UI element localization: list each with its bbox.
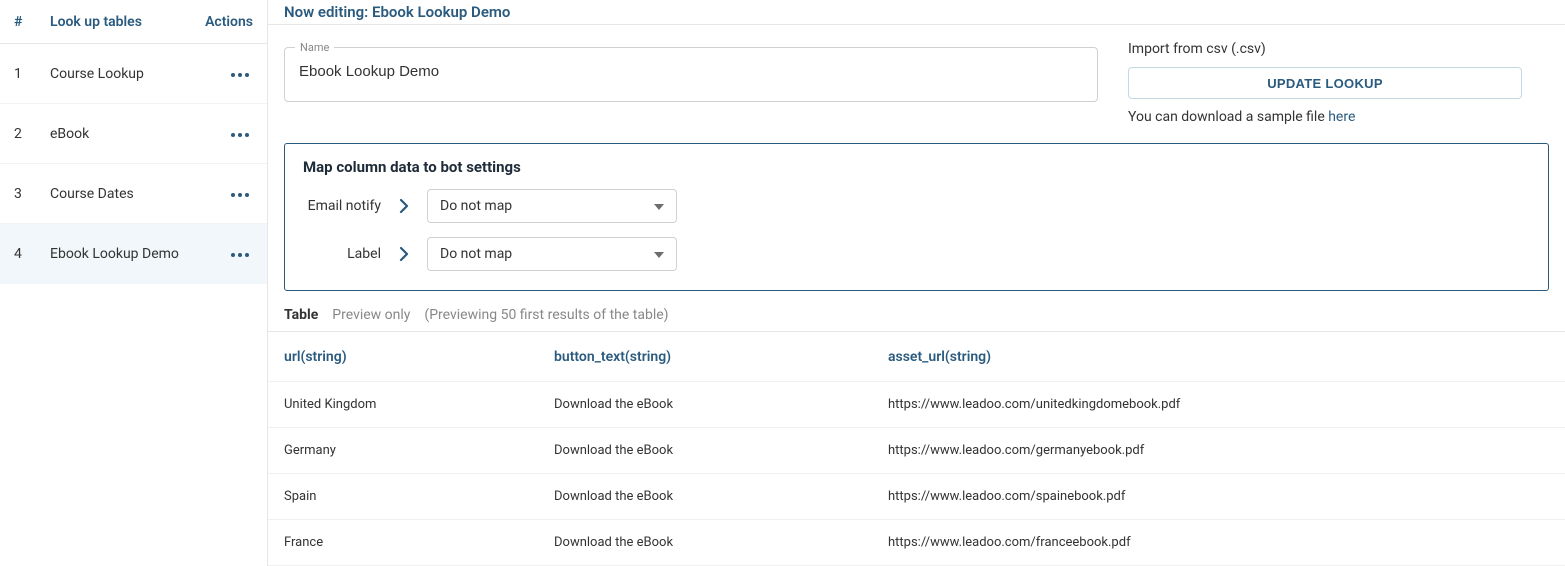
- sidebar-item-label: eBook: [50, 126, 213, 142]
- sidebar-item-course-dates[interactable]: 3 Course Dates: [0, 164, 267, 224]
- cell-url: Spain: [284, 489, 554, 504]
- cell-asset-url: https://www.leadoo.com/unitedkingdomeboo…: [888, 397, 1549, 412]
- map-row-email-notify: Email notify Do not map: [303, 188, 1530, 224]
- table-row: Spain Download the eBook https://www.lea…: [268, 474, 1565, 520]
- more-icon[interactable]: [227, 187, 253, 203]
- editing-name: Ebook Lookup Demo: [372, 3, 510, 21]
- table-row: France Download the eBook https://www.le…: [268, 520, 1565, 566]
- helper-text-prefix: You can download a sample file: [1128, 109, 1328, 125]
- more-icon[interactable]: [227, 247, 253, 263]
- caret-down-icon: [654, 246, 664, 262]
- chevron-right-icon: [389, 199, 419, 213]
- col-header-asset-url[interactable]: asset_url(string): [888, 349, 1549, 365]
- name-input[interactable]: [285, 48, 1097, 94]
- sidebar-item-course-lookup[interactable]: 1 Course Lookup: [0, 44, 267, 104]
- sidebar-item-ebook-lookup-demo[interactable]: 4 Ebook Lookup Demo: [0, 224, 267, 284]
- cell-button-text: Download the eBook: [554, 489, 888, 504]
- preview-hint: (Previewing 50 first results of the tabl…: [424, 307, 668, 323]
- col-header-url[interactable]: url(string): [284, 349, 554, 365]
- preview-label: Preview only: [332, 307, 410, 323]
- data-table: url(string) button_text(string) asset_ur…: [268, 331, 1565, 566]
- import-title: Import from csv (.csv): [1128, 41, 1549, 57]
- chevron-right-icon: [389, 247, 419, 261]
- cell-asset-url: https://www.leadoo.com/germanyebook.pdf: [888, 443, 1549, 458]
- sidebar-item-num: 3: [14, 186, 50, 202]
- map-box-title: Map column data to bot settings: [303, 158, 1530, 176]
- main-panel: Now editing: Ebook Lookup Demo Name Impo…: [268, 0, 1565, 566]
- sidebar-item-num: 1: [14, 66, 50, 82]
- map-label: Label: [303, 246, 381, 262]
- table-label: Table: [284, 307, 318, 323]
- cell-asset-url: https://www.leadoo.com/franceebook.pdf: [888, 535, 1549, 550]
- page-title: Now editing: Ebook Lookup Demo: [268, 0, 1565, 25]
- name-field: Name: [284, 47, 1098, 125]
- cell-asset-url: https://www.leadoo.com/spainebook.pdf: [888, 489, 1549, 504]
- map-label: Email notify: [303, 198, 381, 214]
- table-row: United Kingdom Download the eBook https:…: [268, 382, 1565, 428]
- map-select-email-notify[interactable]: Do not map: [427, 189, 677, 223]
- cell-button-text: Download the eBook: [554, 397, 888, 412]
- sidebar-item-label: Course Lookup: [50, 66, 213, 82]
- caret-down-icon: [654, 198, 664, 214]
- map-select-value: Do not map: [440, 246, 654, 262]
- col-header-button-text[interactable]: button_text(string): [554, 349, 888, 365]
- editing-prefix: Now editing:: [284, 3, 368, 21]
- table-header-row: url(string) button_text(string) asset_ur…: [268, 332, 1565, 382]
- cell-button-text: Download the eBook: [554, 443, 888, 458]
- sidebar-item-label: Course Dates: [50, 186, 213, 202]
- map-select-label[interactable]: Do not map: [427, 237, 677, 271]
- preview-header: Table Preview only (Previewing 50 first …: [268, 291, 1565, 331]
- map-select-value: Do not map: [440, 198, 654, 214]
- col-header-name: Look up tables: [50, 14, 193, 30]
- sample-file-link[interactable]: here: [1328, 109, 1355, 125]
- table-row: Germany Download the eBook https://www.l…: [268, 428, 1565, 474]
- import-section: Import from csv (.csv) UPDATE LOOKUP You…: [1128, 47, 1549, 125]
- sidebar: # Look up tables Actions 1 Course Lookup…: [0, 0, 268, 566]
- sidebar-header: # Look up tables Actions: [0, 0, 267, 44]
- cell-url: Germany: [284, 443, 554, 458]
- sidebar-item-num: 4: [14, 246, 50, 262]
- update-lookup-button[interactable]: UPDATE LOOKUP: [1128, 67, 1522, 99]
- helper-text: You can download a sample file here: [1128, 109, 1549, 125]
- map-row-label: Label Do not map: [303, 236, 1530, 272]
- more-icon[interactable]: [227, 127, 253, 143]
- sidebar-item-label: Ebook Lookup Demo: [50, 246, 213, 262]
- col-header-hash: #: [14, 14, 50, 30]
- cell-url: United Kingdom: [284, 397, 554, 412]
- map-column-box: Map column data to bot settings Email no…: [284, 143, 1549, 291]
- cell-button-text: Download the eBook: [554, 535, 888, 550]
- more-icon[interactable]: [227, 67, 253, 83]
- cell-url: France: [284, 535, 554, 550]
- sidebar-item-num: 2: [14, 126, 50, 142]
- col-header-actions: Actions: [193, 14, 253, 30]
- sidebar-item-ebook[interactable]: 2 eBook: [0, 104, 267, 164]
